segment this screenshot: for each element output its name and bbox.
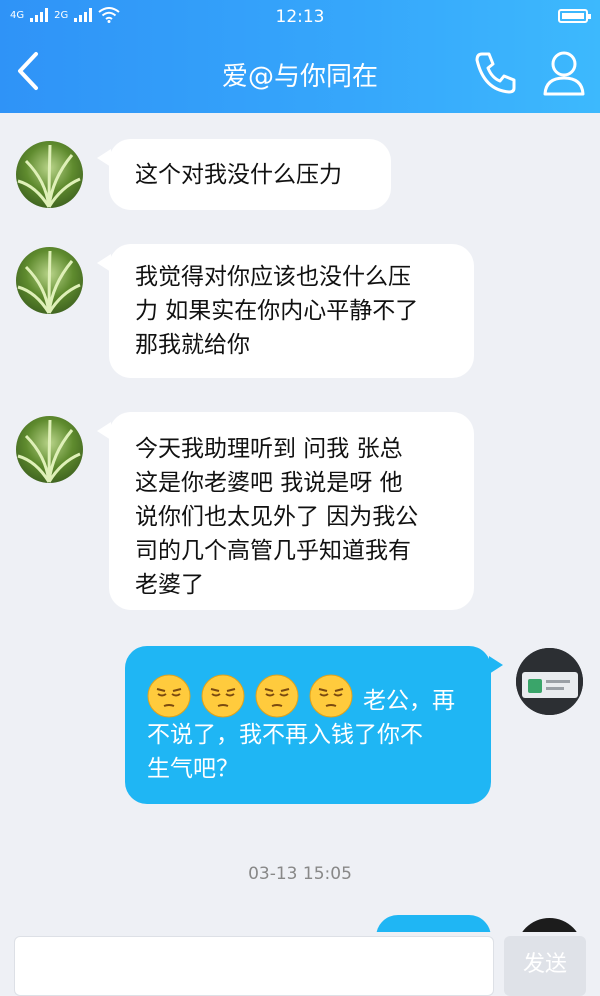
user-photo-icon <box>516 648 583 715</box>
message-line: 那我就给你 <box>135 332 250 358</box>
message-line: 力 如果实在你内心平静不了 <box>135 298 419 324</box>
message-line: 生气吧？ <box>147 756 239 782</box>
contact-avatar[interactable] <box>16 247 83 314</box>
phone-call-icon[interactable] <box>470 48 520 98</box>
annoyed-emoji-icon <box>147 674 191 718</box>
message-line: 老公，再 <box>147 674 467 718</box>
incoming-message-bubble[interactable]: 今天我助理听到 问我 张总 这是你老婆吧 我说是呀 他 说你们也太见外了 因为我… <box>97 412 474 610</box>
incoming-message-bubble[interactable]: 这个对我没什么压力 <box>97 139 391 210</box>
profile-icon[interactable] <box>540 48 588 98</box>
message-text: 老公，再 <box>363 688 455 714</box>
message-text: 这个对我没什么压力 <box>135 162 342 188</box>
message-line: 说你们也太见外了 因为我公 <box>135 504 419 530</box>
annoyed-emoji-icon <box>309 674 353 718</box>
plant-icon <box>17 419 81 483</box>
outgoing-message-bubble[interactable]: 老公，再 不说了，我不再入钱了你不 生气吧？ <box>125 646 503 804</box>
clock: 12:13 <box>275 7 325 27</box>
annoyed-emoji-icon <box>255 674 299 718</box>
status-bar: 4G 2G 12:13 <box>0 0 600 34</box>
nav-bar: 爱@与你同在 <box>0 34 600 113</box>
plant-icon <box>17 144 81 208</box>
send-button[interactable]: 发送 <box>504 936 586 996</box>
plant-icon <box>17 250 81 314</box>
contact-avatar[interactable] <box>16 416 83 483</box>
input-bar: 发送 <box>0 932 600 996</box>
message-line: 不说了，我不再入钱了你不 <box>147 722 423 748</box>
incoming-message-bubble[interactable]: 我觉得对你应该也没什么压 力 如果实在你内心平静不了 那我就给你 <box>97 244 474 378</box>
my-avatar[interactable] <box>516 648 583 715</box>
message-line: 司的几个高管几乎知道我有 <box>135 538 411 564</box>
annoyed-emoji-icon <box>201 674 245 718</box>
contact-avatar[interactable] <box>16 141 83 208</box>
message-input[interactable] <box>14 936 494 996</box>
message-line: 今天我助理听到 问我 张总 <box>135 436 403 462</box>
chat-header: 4G 2G 12:13 爱@与你同在 <box>0 0 600 113</box>
message-timestamp: 03-13 15:05 <box>248 864 352 884</box>
battery-icon <box>558 9 591 23</box>
message-line: 这是你老婆吧 我说是呀 他 <box>135 470 403 496</box>
message-line: 我觉得对你应该也没什么压 <box>135 264 411 290</box>
message-line: 老婆了 <box>135 572 204 598</box>
